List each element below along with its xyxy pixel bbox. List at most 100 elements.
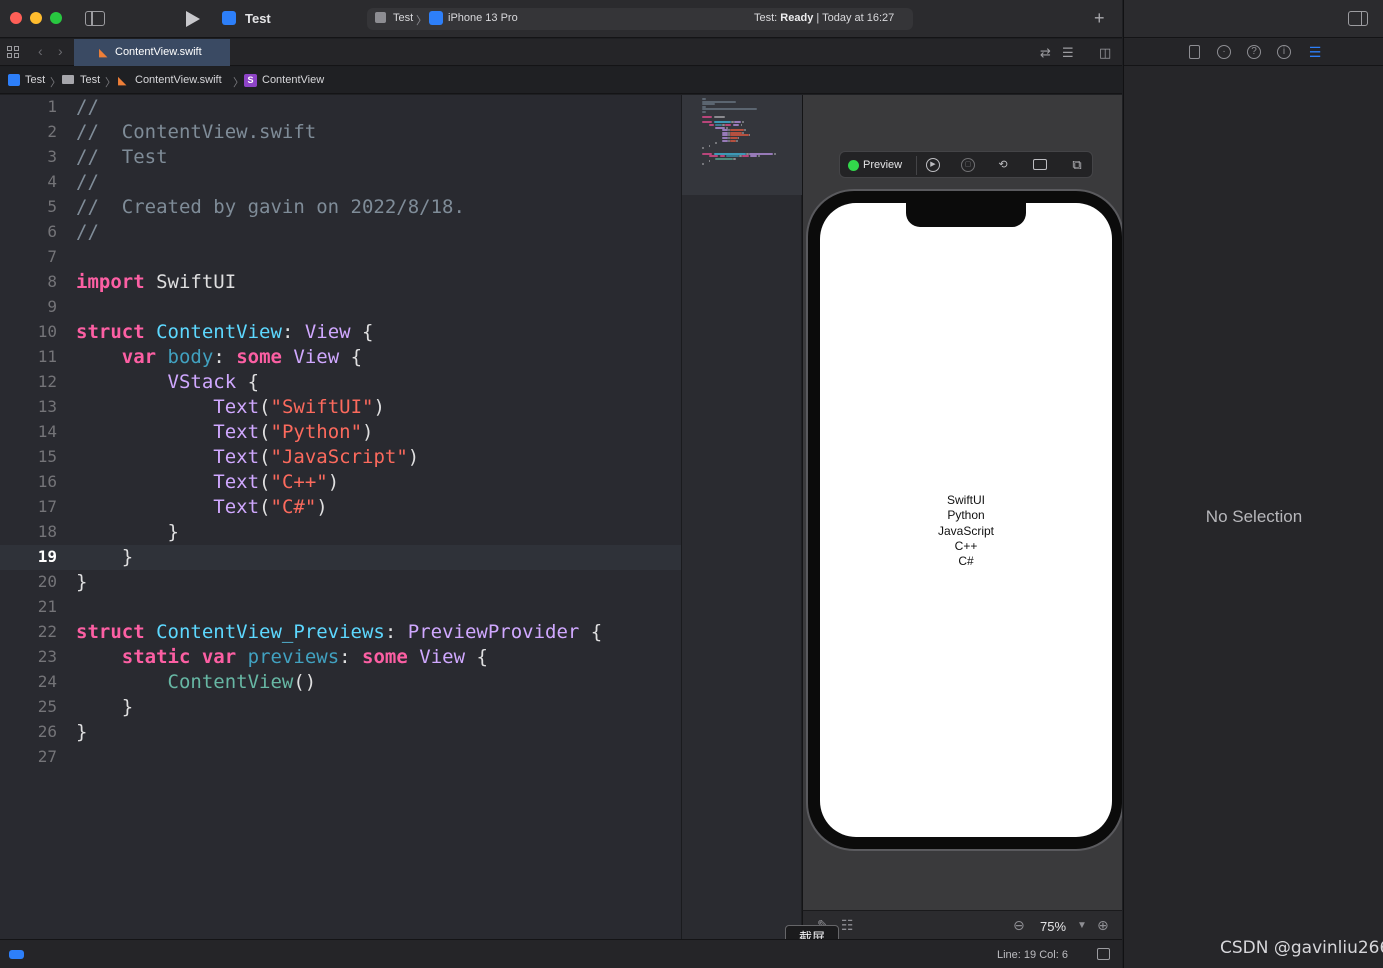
minimap-token bbox=[737, 137, 740, 139]
run-destination-scheme[interactable]: Test bbox=[393, 12, 413, 24]
live-preview-icon[interactable]: ▶ bbox=[926, 158, 940, 172]
code-line[interactable]: 18 } bbox=[0, 520, 681, 545]
code-line[interactable]: 8 import SwiftUI bbox=[0, 270, 681, 295]
code-text: // bbox=[76, 221, 99, 243]
add-icon[interactable]: + bbox=[1094, 8, 1105, 29]
history-inspector-icon[interactable]: · bbox=[1217, 45, 1231, 59]
code-line[interactable]: 21 bbox=[0, 595, 681, 620]
code-line[interactable]: 25 } bbox=[0, 695, 681, 720]
code-line[interactable]: 6 // bbox=[0, 220, 681, 245]
preview-label[interactable]: Preview bbox=[863, 159, 902, 171]
file-inspector-icon[interactable] bbox=[1189, 45, 1200, 59]
line-number: 6 bbox=[47, 222, 57, 241]
code-line[interactable]: 13 Text("SwiftUI") bbox=[0, 395, 681, 420]
code-line[interactable]: 3 // Test bbox=[0, 145, 681, 170]
code-line[interactable]: 12 VStack { bbox=[0, 370, 681, 395]
selectable-mode-icon[interactable]: ▢ bbox=[961, 158, 975, 172]
line-number: 13 bbox=[37, 397, 57, 416]
source-editor[interactable]: 1 // 2 // ContentView.swift 3 // Test 4 // 5 // C… bbox=[0, 95, 681, 939]
line-number: 9 bbox=[47, 297, 57, 316]
swap-icon[interactable]: ⇄ bbox=[1040, 45, 1051, 61]
code-line[interactable]: 23 static var previews: some View { bbox=[0, 645, 681, 670]
code-text: } bbox=[76, 521, 179, 543]
code-line[interactable]: 26} bbox=[0, 720, 681, 745]
minimap-token bbox=[729, 137, 738, 139]
minimap-token bbox=[732, 157, 736, 160]
minimize-window-button[interactable] bbox=[30, 12, 42, 24]
device-settings-icon[interactable] bbox=[1033, 159, 1047, 170]
help-inspector-icon[interactable]: ? bbox=[1247, 45, 1261, 59]
code-line[interactable]: 9 bbox=[0, 295, 681, 320]
minimap[interactable] bbox=[681, 95, 802, 939]
forward-arrow-icon[interactable]: › bbox=[58, 43, 63, 59]
split-editor-icon[interactable]: ◫ bbox=[1099, 45, 1111, 61]
code-line[interactable]: 15 Text("JavaScript") bbox=[0, 445, 681, 470]
line-number: 19 bbox=[37, 547, 57, 566]
code-line[interactable]: 22 struct ContentView_Previews: PreviewPr… bbox=[0, 620, 681, 645]
swift-file-icon: ◣ bbox=[118, 75, 127, 87]
preview-live-dot bbox=[848, 160, 859, 171]
attributes-inspector-icon[interactable]: ☰ bbox=[1308, 45, 1322, 59]
code-line[interactable]: 17 Text("C#") bbox=[0, 495, 681, 520]
accessibility-inspector-icon[interactable]: i bbox=[1277, 45, 1291, 59]
code-line[interactable]: 5 // Created by gavin on 2022/8/18. bbox=[0, 195, 681, 220]
minimap-token bbox=[715, 157, 733, 160]
folder-icon bbox=[62, 75, 74, 84]
code-text: Text("JavaScript") bbox=[213, 446, 420, 468]
debug-area-toggle-icon[interactable] bbox=[9, 950, 24, 959]
breadcrumb-group[interactable]: Test bbox=[80, 74, 100, 86]
code-text: // bbox=[76, 96, 99, 118]
back-arrow-icon[interactable]: ‹ bbox=[38, 43, 43, 59]
line-number: 5 bbox=[47, 197, 57, 216]
close-window-button[interactable] bbox=[10, 12, 22, 24]
adjust-editor-icon[interactable]: ☰ bbox=[1062, 45, 1074, 61]
related-items-icon[interactable] bbox=[7, 46, 19, 58]
code-text: } bbox=[76, 721, 88, 743]
code-line[interactable]: 20} bbox=[0, 570, 681, 595]
code-line[interactable]: 11 var body: some View { bbox=[0, 345, 681, 370]
code-line[interactable]: 14 Text("Python") bbox=[0, 420, 681, 445]
scheme-title[interactable]: Test bbox=[245, 11, 271, 26]
canvas-bottom-bar: ✎ ☷ ⊖ 75% ▼ ⊕ bbox=[802, 910, 1122, 939]
preview-text-item: Python bbox=[947, 508, 985, 523]
line-number: 14 bbox=[37, 422, 57, 441]
minimap-token bbox=[708, 155, 719, 158]
inspector-toolbar bbox=[1124, 0, 1383, 38]
minimap-token bbox=[732, 124, 740, 126]
code-line[interactable]: 2 // ContentView.swift bbox=[0, 120, 681, 145]
code-line[interactable]: 1 // bbox=[0, 95, 681, 120]
inspector-toggle-icon[interactable] bbox=[1348, 11, 1368, 26]
code-line[interactable]: 27 bbox=[0, 745, 681, 770]
zoom-window-button[interactable] bbox=[50, 12, 62, 24]
tab-contentview-swift[interactable]: ◣ ContentView.swift bbox=[74, 39, 230, 66]
line-number: 10 bbox=[37, 322, 57, 341]
variants-icon[interactable]: ☷ bbox=[841, 917, 854, 934]
navigator-toggle-icon[interactable] bbox=[85, 11, 105, 26]
breadcrumb-file[interactable]: ContentView.swift bbox=[135, 74, 222, 86]
code-line[interactable]: 10 struct ContentView: View { bbox=[0, 320, 681, 345]
breadcrumb-symbol[interactable]: ContentView bbox=[262, 74, 324, 86]
line-number: 11 bbox=[37, 347, 57, 366]
code-line[interactable]: 24 ContentView() bbox=[0, 670, 681, 695]
run-icon[interactable] bbox=[186, 11, 200, 27]
duplicate-preview-icon[interactable]: ⧉ bbox=[1070, 158, 1084, 172]
zoom-out-icon[interactable]: ⊖ bbox=[1013, 917, 1025, 934]
orientation-icon[interactable]: ⟲ bbox=[996, 158, 1010, 172]
zoom-in-icon[interactable]: ⊕ bbox=[1097, 917, 1109, 934]
code-line[interactable]: 4 // bbox=[0, 170, 681, 195]
minimap-token bbox=[715, 124, 722, 126]
line-number: 2 bbox=[47, 122, 57, 141]
line-number: 27 bbox=[37, 747, 57, 766]
activity-viewer: Test 〉 iPhone 13 Pro Test: Ready | Today… bbox=[367, 8, 913, 30]
breadcrumb-project[interactable]: Test bbox=[25, 74, 45, 86]
code-line[interactable]: 19 } bbox=[0, 545, 681, 570]
code-text: // Test bbox=[76, 146, 168, 168]
minimap-token bbox=[750, 155, 757, 158]
zoom-level[interactable]: 75% bbox=[1040, 919, 1066, 934]
code-line[interactable]: 7 bbox=[0, 245, 681, 270]
run-destination-device[interactable]: iPhone 13 Pro bbox=[448, 12, 518, 24]
chevron-down-icon[interactable]: ▼ bbox=[1077, 920, 1087, 931]
line-number: 24 bbox=[37, 672, 57, 691]
panel-toggle-icon[interactable] bbox=[1097, 948, 1110, 960]
code-line[interactable]: 16 Text("C++") bbox=[0, 470, 681, 495]
